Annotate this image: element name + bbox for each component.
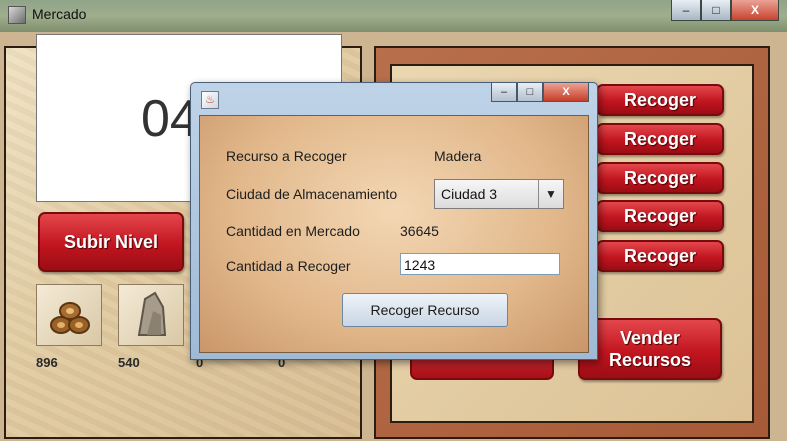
dialog-minimize-button[interactable]: – (491, 83, 517, 102)
dialog-close-button[interactable]: X (543, 83, 589, 102)
ciudad-select[interactable]: Ciudad 3 ▼ (434, 179, 564, 209)
vender-recursos-button[interactable]: Vender Recursos (578, 318, 722, 380)
stone-icon (137, 291, 167, 336)
recoger-button-5[interactable]: Recoger (596, 240, 724, 272)
cantidad-recoger-input[interactable]: 1243 (400, 253, 560, 275)
resource-count-wood: 896 (36, 355, 58, 370)
dialog-caption-buttons: – □ X (491, 83, 589, 102)
resource-slot-stone[interactable] (118, 284, 184, 346)
vender-label-line2: Recursos (608, 350, 692, 370)
dialog-maximize-button[interactable]: □ (517, 83, 543, 102)
recoger-dialog: ♨ – □ X Recurso a Recoger Madera Ciudad … (190, 82, 598, 360)
java-icon: ♨ (201, 91, 219, 109)
wood-logs-icon (50, 302, 90, 334)
recoger-button-2[interactable]: Recoger (596, 123, 724, 155)
resource-slot-wood[interactable] (36, 284, 102, 346)
minimize-icon: – (500, 86, 508, 98)
ciudad-select-value: Ciudad 3 (441, 186, 498, 202)
subir-nivel-button[interactable]: Subir Nivel (38, 212, 184, 272)
vender-label-line1: Vender (619, 328, 681, 348)
window-title-bar[interactable]: Mercado – □ X (0, 0, 787, 32)
app-icon (8, 6, 26, 24)
maximize-icon: □ (526, 86, 534, 98)
recurso-label: Recurso a Recoger (226, 148, 347, 164)
minimize-icon: – (682, 3, 690, 17)
recoger-button-1[interactable]: Recoger (596, 84, 724, 116)
recoger-recurso-button[interactable]: Recoger Recurso (342, 293, 508, 327)
window-title: Mercado (32, 6, 87, 22)
recoger-button-4[interactable]: Recoger (596, 200, 724, 232)
resource-count-stone: 540 (118, 355, 140, 370)
close-icon: X (750, 3, 759, 17)
cantidad-mercado-value: 36645 (400, 223, 439, 239)
window-caption-buttons: – □ X (671, 0, 779, 21)
maximize-button[interactable]: □ (701, 0, 731, 21)
close-button[interactable]: X (731, 0, 779, 21)
maximize-icon: □ (712, 3, 720, 17)
close-icon: X (562, 86, 570, 98)
chevron-down-icon[interactable]: ▼ (538, 180, 563, 208)
cantidad-recoger-label: Cantidad a Recoger (226, 258, 351, 274)
cantidad-mercado-label: Cantidad en Mercado (226, 223, 360, 239)
recoger-button-3[interactable]: Recoger (596, 162, 724, 194)
minimize-button[interactable]: – (671, 0, 701, 21)
dialog-body: Recurso a Recoger Madera Ciudad de Almac… (199, 115, 589, 353)
ciudad-label: Ciudad de Almacenamiento (226, 186, 398, 202)
recurso-value: Madera (434, 148, 482, 164)
